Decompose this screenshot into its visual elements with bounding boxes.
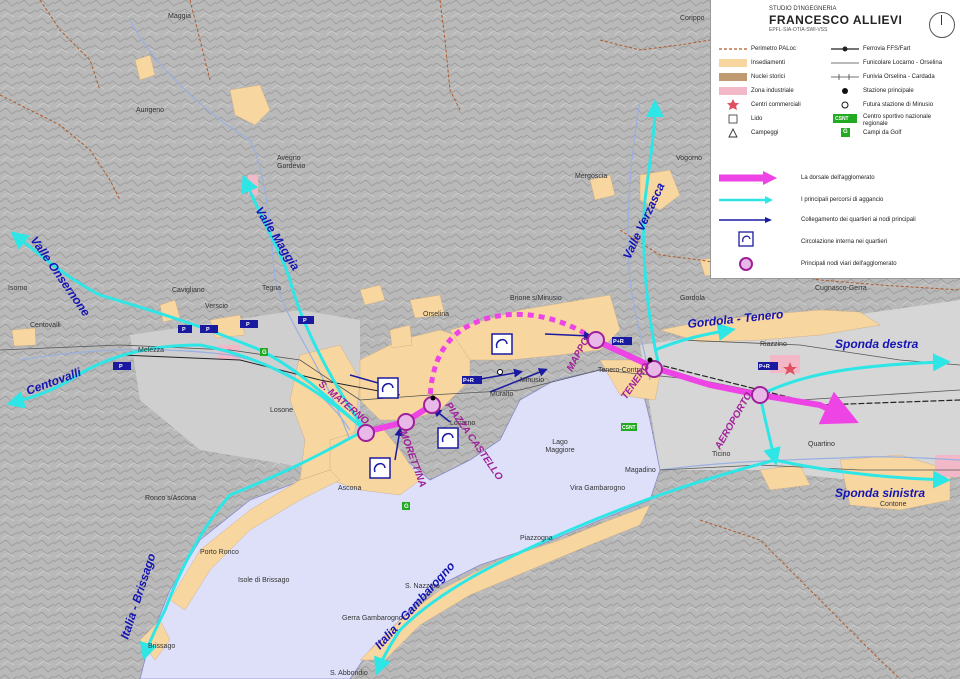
- legend-stazione: Stazione principale: [863, 88, 914, 94]
- place-ascona: Ascona: [338, 485, 361, 492]
- golf-badge-label: G: [262, 350, 267, 356]
- legend-collegamento: Collegamento dei quartieri ai nodi princ…: [801, 217, 916, 223]
- legend-csnt-badge: CSNT: [835, 116, 849, 122]
- legend-lido: Lido: [751, 116, 763, 122]
- place-quartino: Quartino: [808, 441, 835, 448]
- legend-csnt: Centro sportivo nazionale regionale: [863, 114, 932, 127]
- legend-aggancio: I principali percorsi di aggancio: [801, 197, 884, 203]
- place-porto-ronco: Porto Ronco: [200, 549, 239, 556]
- place-riazzino: Riazzino: [760, 341, 787, 348]
- pr-badge-label: P+R: [613, 339, 624, 345]
- place-corippo: Corippo: [680, 15, 705, 22]
- place-isorno: Isorno: [8, 285, 28, 292]
- lake-name-2: Maggiore: [545, 447, 574, 454]
- legend-circolazione: Circolazione interna nei quartieri: [801, 239, 888, 245]
- place-magadino: Magadino: [625, 467, 656, 474]
- place-isole: Isole di Brissago: [238, 577, 289, 584]
- legend-campeggi: Campeggi: [751, 130, 779, 136]
- legend-nuclei: Nuclei storici: [751, 74, 786, 80]
- golf-badge-label: G: [404, 504, 409, 510]
- place-vira: Vira Gambarogno: [570, 485, 625, 492]
- legend-author: FRANCESCO ALLIEVI: [769, 13, 903, 27]
- place-orselina: Orselina: [423, 311, 449, 318]
- legend-golf-badge: G: [843, 129, 848, 135]
- legend-right-symbols: [831, 46, 859, 137]
- legend-golf: Campi da Golf: [863, 130, 902, 136]
- place-ticino: Ticino: [712, 451, 731, 458]
- station-icon: [430, 395, 436, 401]
- station-icon: [647, 357, 653, 363]
- pr-badge-label: P+R: [463, 378, 474, 384]
- legend-studio: STUDIO D'INGEGNERIA: [769, 6, 837, 12]
- legend-futura-stazione: Futura stazione di Minusio: [863, 102, 934, 108]
- legend-dorsale: La dorsale dell'agglomerato: [801, 175, 875, 181]
- legend-perimetro: Perimetro PALoc: [751, 46, 796, 52]
- p-badge-label: P: [182, 327, 186, 333]
- place-minusio: Minusio: [520, 377, 544, 384]
- place-avegno: Avegno: [277, 155, 301, 162]
- place-mergoscia: Mergoscia: [575, 173, 607, 180]
- place-piazzogna: Piazzogna: [520, 535, 553, 542]
- place-muralto: Muralto: [490, 391, 513, 398]
- lake-name: Lago: [552, 439, 568, 446]
- legend-centri-commerciali: Centri commerciali: [751, 102, 801, 108]
- p-badge-label: P: [246, 322, 250, 328]
- place-maggia: Maggia: [168, 13, 191, 20]
- p-badge-label: P: [206, 327, 210, 333]
- p-badge-label: P: [303, 318, 307, 324]
- place-contone: Contone: [880, 501, 907, 508]
- legend-insediamenti: Insediamenti: [751, 60, 786, 66]
- pr-badge-label: P+R: [759, 364, 770, 370]
- place-brione: Brione s/Minusio: [510, 295, 562, 302]
- place-aurigeno: Aurigeno: [136, 107, 164, 114]
- place-ronco: Ronco s/Ascona: [145, 495, 196, 502]
- legend-nodi: Principali nodi viari dell'agglomerato: [801, 261, 897, 267]
- legend-panel: STUDIO D'INGEGNERIA FRANCESCO ALLIEVI EP…: [710, 0, 960, 279]
- place-brissago: Brissago: [148, 643, 175, 650]
- place-tegna: Tegna: [262, 285, 281, 292]
- place-centovalli: Centovalli: [30, 322, 61, 329]
- route-sponda-destra: Sponda destra: [835, 337, 919, 351]
- csnt-badge-label: CSNT: [622, 425, 636, 431]
- place-gordola: Gordola: [680, 295, 705, 302]
- legend-left-symbols: [719, 48, 747, 138]
- place-gordevio: Gordevio: [277, 163, 306, 170]
- place-cavigliano: Cavigliano: [172, 287, 205, 294]
- legend-ferrovia: Ferrovia FFS/Fart: [863, 46, 911, 52]
- place-verscio: Verscio: [205, 303, 228, 310]
- legend-network-symbols: [719, 171, 777, 271]
- legend-subtitle: EPFL-SIA-OTIA-SWI-VSS: [769, 27, 828, 33]
- p-badge-label: P: [119, 364, 123, 370]
- place-vogorno: Vogorno: [676, 155, 702, 162]
- legend-funicolare: Funicolare Locarno - Orselina: [863, 60, 943, 66]
- future-station-icon: [497, 369, 503, 375]
- place-cugnasco: Cugnasco-Gerra: [815, 285, 867, 292]
- north-arrow-icon: [929, 12, 955, 38]
- route-sponda-sinistra: Sponda sinistra: [835, 486, 925, 500]
- place-melezza: Melezza: [138, 347, 164, 354]
- place-abbondio: S. Abbondio: [330, 670, 368, 677]
- legend-funivia: Funivia Orselina - Cardada: [863, 74, 935, 80]
- legend-zona-industriale: Zona industriale: [751, 88, 794, 94]
- place-losone: Losone: [270, 407, 293, 414]
